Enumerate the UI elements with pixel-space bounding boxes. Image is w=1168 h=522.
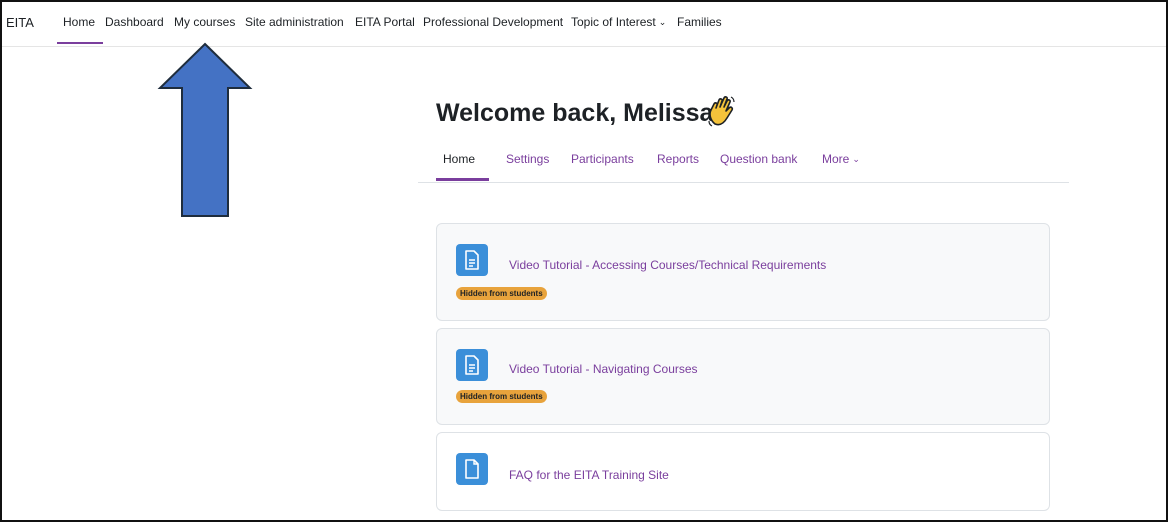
activity-card: FAQ for the EITA Training Site (436, 432, 1050, 511)
nav-families[interactable]: Families (677, 15, 722, 29)
file-icon[interactable] (456, 453, 488, 485)
page-title: Welcome back, Melissa! (436, 99, 722, 127)
chevron-down-icon: ⌄ (658, 17, 667, 27)
activity-card: Video Tutorial - Navigating Courses Hidd… (436, 328, 1050, 425)
chevron-down-icon: ⌄ (852, 154, 860, 164)
app-window: EITA Home Dashboard My courses Site admi… (0, 0, 1168, 522)
tab-settings[interactable]: Settings (506, 152, 549, 166)
course-secondary-nav: Home Settings Participants Reports Quest… (418, 142, 1069, 183)
hidden-badge: Hidden from students (456, 390, 547, 403)
site-brand[interactable]: EITA (6, 15, 34, 30)
tab-more-label: More (822, 152, 850, 166)
nav-professional-development[interactable]: Professional Development (423, 15, 563, 29)
page-icon[interactable] (456, 349, 488, 381)
activity-card: Video Tutorial - Accessing Courses/Techn… (436, 223, 1050, 321)
top-navbar: EITA Home Dashboard My courses Site admi… (2, 2, 1166, 47)
page-icon[interactable] (456, 244, 488, 276)
nav-dashboard[interactable]: Dashboard (105, 15, 164, 29)
nav-topic-of-interest-label: Topic of Interest (571, 15, 656, 29)
nav-topic-of-interest[interactable]: Topic of Interest ⌄ (571, 15, 666, 29)
tab-home[interactable]: Home (435, 152, 490, 181)
tab-participants[interactable]: Participants (571, 152, 634, 166)
nav-site-administration[interactable]: Site administration (245, 15, 344, 29)
tab-more[interactable]: More ⌄ (822, 152, 860, 166)
up-arrow-annotation-icon (157, 42, 253, 217)
activity-link[interactable]: Video Tutorial - Accessing Courses/Techn… (509, 258, 826, 272)
hidden-badge: Hidden from students (456, 287, 547, 300)
activity-link[interactable]: Video Tutorial - Navigating Courses (509, 362, 698, 376)
tab-reports[interactable]: Reports (657, 152, 699, 166)
nav-home[interactable]: Home (56, 15, 104, 44)
waving-hand-icon (708, 96, 735, 127)
nav-eita-portal[interactable]: EITA Portal (355, 15, 415, 29)
nav-my-courses[interactable]: My courses (174, 15, 235, 29)
tab-question-bank[interactable]: Question bank (720, 152, 797, 166)
activity-link[interactable]: FAQ for the EITA Training Site (509, 468, 669, 482)
